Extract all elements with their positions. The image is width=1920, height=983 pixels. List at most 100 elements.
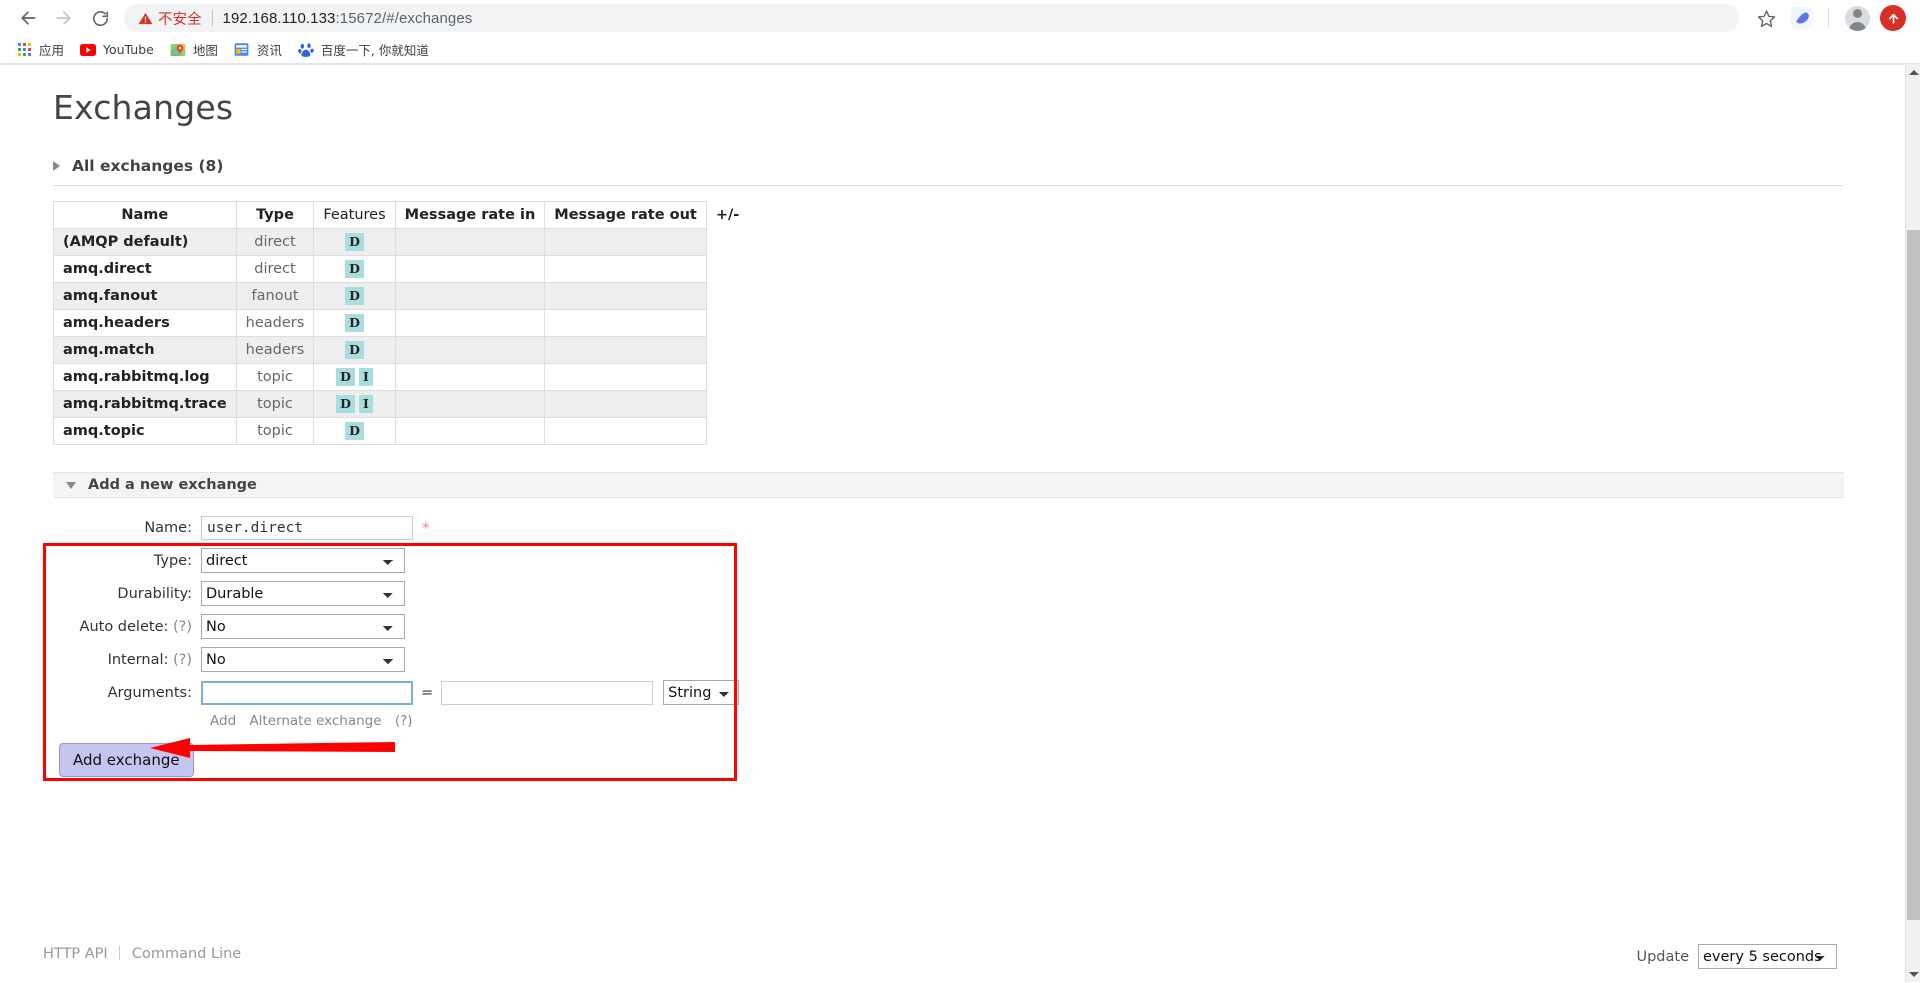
durable-badge: D — [345, 341, 364, 359]
auto-delete-select[interactable]: No — [201, 614, 405, 639]
internal-badge: I — [358, 368, 373, 386]
page-scrollbar[interactable] — [1905, 64, 1920, 982]
argument-value-input[interactable] — [441, 680, 654, 705]
table-row: amq.fanout fanout D — [53, 282, 749, 310]
baidu-icon — [298, 42, 314, 58]
durability-label: Durability: — [117, 585, 192, 602]
internal-help-icon[interactable]: (?) — [173, 652, 192, 668]
arguments-label: Arguments: — [107, 684, 192, 701]
url-text: 192.168.110.133:15672/#/exchanges — [223, 10, 473, 27]
alternate-exchange-help-icon[interactable]: (?) — [395, 713, 413, 729]
cell-exchange-type: topic — [235, 417, 315, 445]
address-bar[interactable]: 不安全 192.168.110.133:15672/#/exchanges — [124, 4, 1739, 32]
add-exchange-button[interactable]: Add exchange — [59, 743, 194, 777]
durability-select[interactable]: Durable — [201, 581, 405, 606]
col-header-message-rate-out[interactable]: Message rate out — [544, 201, 707, 229]
cell-spacer — [706, 229, 748, 256]
scroll-up-arrow-icon[interactable] — [1906, 64, 1920, 80]
bookmark-apps[interactable]: 应用 — [8, 38, 72, 62]
update-badge — [1880, 5, 1906, 31]
http-api-link[interactable]: HTTP API — [43, 946, 108, 962]
cell-exchange-features: D — [313, 417, 396, 445]
all-exchanges-label: All exchanges (8) — [72, 157, 224, 175]
google-maps-icon — [170, 42, 186, 58]
all-exchanges-section-header[interactable]: All exchanges (8) — [53, 157, 1905, 175]
durable-badge: D — [345, 260, 364, 278]
bookmark-label: 应用 — [39, 43, 65, 58]
cell-exchange-type: fanout — [235, 282, 315, 310]
cell-exchange-features: D — [313, 282, 396, 310]
bookmark-label: 地图 — [192, 43, 218, 58]
cell-exchange-name[interactable]: amq.headers — [53, 309, 237, 337]
bookmark-label: YouTube — [103, 42, 154, 57]
cell-exchange-name[interactable]: amq.topic — [53, 417, 237, 445]
form-row-type: Type: direct — [53, 548, 1844, 573]
cell-message-rate-out — [544, 309, 707, 337]
add-exchange-section-header[interactable]: Add a new exchange — [53, 472, 1844, 498]
cell-message-rate-out — [544, 228, 707, 256]
col-header-features: Features — [313, 201, 396, 229]
bookmark-maps[interactable]: 地图 — [162, 38, 226, 62]
auto-delete-help-icon[interactable]: (?) — [173, 619, 192, 635]
cell-exchange-name[interactable]: (AMQP default) — [53, 228, 237, 256]
durable-badge: D — [345, 233, 364, 251]
cell-exchange-name[interactable]: amq.direct — [53, 255, 237, 283]
bookmark-youtube[interactable]: YouTube — [72, 38, 162, 62]
durable-badge: D — [345, 287, 364, 305]
cell-message-rate-in — [394, 417, 546, 445]
exchange-type-select[interactable]: direct — [201, 548, 405, 573]
exchange-name-input[interactable] — [201, 516, 413, 540]
cell-exchange-features: D — [313, 336, 396, 364]
bird-extension-glyph — [1791, 7, 1813, 29]
durable-badge: D — [336, 395, 355, 413]
cell-message-rate-in — [394, 282, 546, 310]
bookmark-news[interactable]: 资讯 — [226, 38, 290, 62]
cell-exchange-name[interactable]: amq.rabbitmq.trace — [53, 390, 237, 418]
scrollbar-thumb[interactable] — [1907, 230, 1920, 920]
bookmark-baidu[interactable]: 百度一下, 你就知道 — [290, 38, 437, 62]
bird-extension-icon[interactable] — [1785, 1, 1819, 35]
add-argument-link[interactable]: Add — [210, 713, 236, 729]
reload-icon[interactable] — [82, 0, 118, 36]
col-header-name[interactable]: Name — [53, 201, 237, 229]
column-toggle-plus-minus[interactable]: +/- — [706, 202, 748, 229]
page-title: Exchanges — [53, 88, 234, 127]
internal-select[interactable]: No — [201, 647, 405, 672]
scroll-down-arrow-icon[interactable] — [1906, 966, 1920, 982]
profile-avatar-icon[interactable] — [1840, 1, 1874, 35]
cell-exchange-features: D — [313, 255, 396, 283]
cell-exchange-name[interactable]: amq.fanout — [53, 282, 237, 310]
form-row-internal: Internal: (?) No — [53, 647, 1844, 672]
cell-exchange-name[interactable]: amq.rabbitmq.log — [53, 363, 237, 391]
arguments-equals-sign: = — [421, 684, 434, 701]
command-line-link[interactable]: Command Line — [132, 946, 241, 962]
exchanges-table-head: Name Type Features Message rate in Messa… — [53, 201, 749, 229]
forward-arrow-icon[interactable] — [46, 0, 82, 36]
argument-key-input[interactable] — [201, 680, 413, 705]
argument-type-select[interactable]: String — [663, 680, 740, 705]
form-row-durability: Durability: Durable — [53, 581, 1844, 606]
internal-badge: I — [358, 395, 373, 413]
star-icon[interactable] — [1749, 1, 1783, 35]
form-row-arguments: Arguments: = String — [53, 680, 1844, 705]
page-top-hairline — [0, 64, 1905, 65]
arguments-sub-links: Add Alternate exchange (?) — [210, 713, 1844, 729]
form-row-name: Name: * — [53, 516, 1844, 540]
back-arrow-icon[interactable] — [10, 0, 46, 36]
cell-spacer — [706, 364, 748, 391]
not-secure-warning-icon — [138, 11, 153, 26]
cell-message-rate-out — [544, 282, 707, 310]
alternate-exchange-link[interactable]: Alternate exchange — [249, 713, 381, 729]
durable-badge: D — [345, 314, 364, 332]
toolbar-divider — [1828, 8, 1829, 28]
update-available-icon[interactable] — [1876, 1, 1910, 35]
cell-message-rate-in — [394, 363, 546, 391]
exchanges-table-body: (AMQP default) direct Damq.direct direct Dam… — [53, 228, 749, 445]
col-header-type[interactable]: Type — [235, 201, 315, 229]
cell-spacer — [706, 283, 748, 310]
update-interval-select[interactable]: every 5 seconds — [1698, 944, 1837, 969]
col-header-message-rate-in[interactable]: Message rate in — [394, 201, 546, 229]
cell-exchange-name[interactable]: amq.match — [53, 336, 237, 364]
cell-exchange-type: headers — [235, 309, 315, 337]
browser-toolbar: 不安全 192.168.110.133:15672/#/exchanges — [0, 0, 1920, 36]
